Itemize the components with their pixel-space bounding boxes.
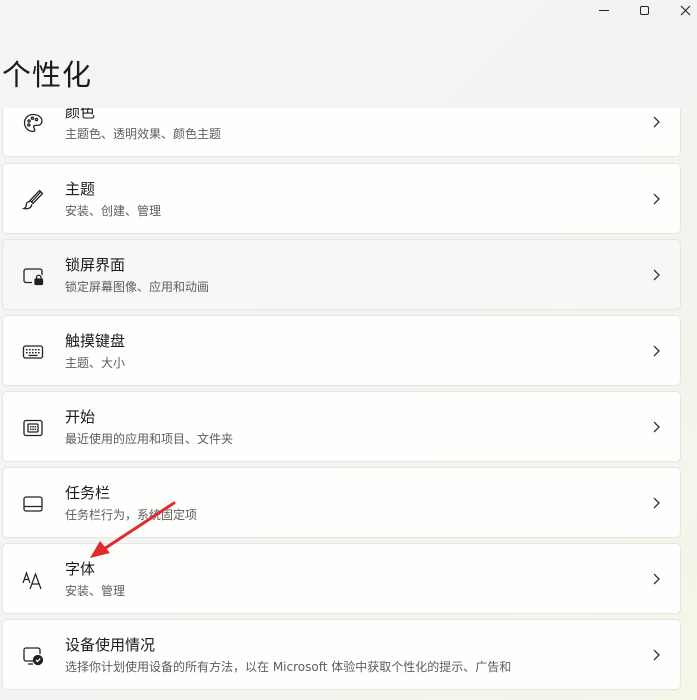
close-icon bbox=[680, 5, 690, 15]
chevron-right-icon bbox=[653, 649, 660, 661]
item-subtitle: 锁定屏幕图像、应用和动画 bbox=[65, 280, 210, 294]
brush-icon bbox=[21, 188, 45, 212]
item-title: 字体 bbox=[65, 560, 96, 578]
taskbar-icon bbox=[21, 492, 45, 516]
close-button[interactable] bbox=[663, 0, 697, 20]
minimize-button[interactable] bbox=[582, 0, 626, 20]
item-subtitle: 最近使用的应用和项目、文件夹 bbox=[65, 432, 234, 446]
keyboard-icon bbox=[21, 340, 45, 364]
item-title: 主题 bbox=[65, 180, 96, 198]
title-bar bbox=[0, 0, 697, 20]
settings-item-themes[interactable]: 主题 安装、创建、管理 bbox=[2, 163, 681, 234]
item-subtitle: 任务栏行为，系统固定项 bbox=[65, 508, 198, 522]
chevron-right-icon bbox=[653, 345, 660, 357]
settings-list: 颜色 主题色、透明效果、颜色主题 主题 安装、创建、管理 锁屏界面 锁定屏幕图像… bbox=[0, 108, 697, 700]
chevron-right-icon bbox=[653, 573, 660, 585]
page-title: 个性化 bbox=[2, 58, 93, 92]
item-title: 锁屏界面 bbox=[65, 256, 126, 274]
item-subtitle: 选择你计划使用设备的所有方法，以在 Microsoft 体验中获取个性化的提示、… bbox=[65, 660, 512, 674]
item-subtitle: 主题色、透明效果、颜色主题 bbox=[65, 127, 222, 141]
settings-item-taskbar[interactable]: 任务栏 任务栏行为，系统固定项 bbox=[2, 467, 681, 538]
item-title: 颜色 bbox=[65, 108, 96, 121]
item-title: 触摸键盘 bbox=[65, 332, 126, 350]
settings-item-fonts[interactable]: 字体 安装、管理 bbox=[2, 543, 681, 614]
device-usage-icon bbox=[21, 644, 45, 668]
settings-item-device-usage[interactable]: 设备使用情况 选择你计划使用设备的所有方法，以在 Microsoft 体验中获取… bbox=[2, 619, 681, 690]
item-subtitle: 主题、大小 bbox=[65, 356, 126, 370]
settings-item-touch-keyboard[interactable]: 触摸键盘 主题、大小 bbox=[2, 315, 681, 386]
item-title: 开始 bbox=[65, 408, 96, 426]
maximize-button[interactable] bbox=[622, 0, 666, 20]
item-title: 设备使用情况 bbox=[65, 636, 156, 654]
chevron-right-icon bbox=[653, 421, 660, 433]
chevron-right-icon bbox=[653, 497, 660, 509]
item-subtitle: 安装、创建、管理 bbox=[65, 204, 162, 218]
start-icon bbox=[21, 416, 45, 440]
minimize-icon bbox=[599, 9, 609, 11]
settings-item-lock-screen[interactable]: 锁屏界面 锁定屏幕图像、应用和动画 bbox=[2, 239, 681, 310]
settings-item-colors[interactable]: 颜色 主题色、透明效果、颜色主题 bbox=[2, 108, 681, 157]
item-subtitle: 安装、管理 bbox=[65, 584, 126, 598]
item-title: 任务栏 bbox=[65, 484, 111, 502]
chevron-right-icon bbox=[653, 193, 660, 205]
chevron-right-icon bbox=[653, 116, 660, 128]
font-icon bbox=[21, 568, 45, 592]
maximize-icon bbox=[639, 5, 649, 15]
chevron-right-icon bbox=[653, 269, 660, 281]
lock-screen-icon bbox=[21, 264, 45, 288]
settings-window: 个性化 颜色 主题色、透明效果、颜色主题 主题 安装、创建、管理 锁屏界面 锁定… bbox=[0, 0, 697, 700]
settings-item-start[interactable]: 开始 最近使用的应用和项目、文件夹 bbox=[2, 391, 681, 462]
palette-icon bbox=[21, 111, 45, 135]
